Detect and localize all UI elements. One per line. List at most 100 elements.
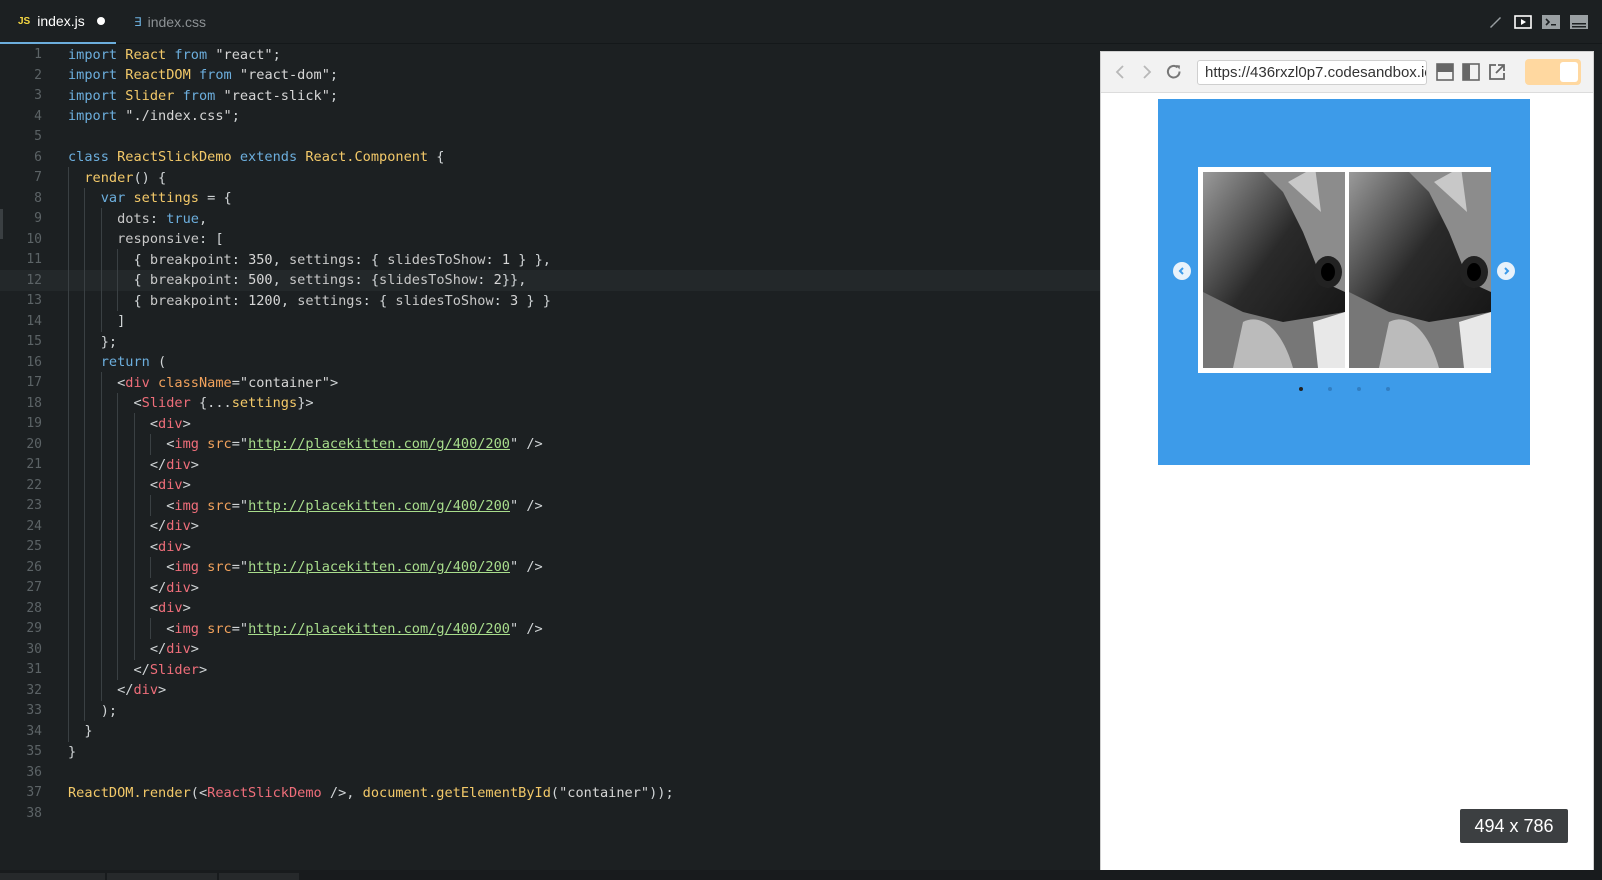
code-token: slidesToShow bbox=[387, 251, 486, 268]
code-token: < bbox=[68, 559, 175, 575]
code-token: document.getElementById bbox=[362, 784, 551, 801]
code-line[interactable]: 27 </div> bbox=[0, 577, 1100, 598]
code-token: import bbox=[68, 67, 126, 83]
code-line[interactable]: 15 }; bbox=[0, 331, 1100, 352]
code-token: return bbox=[100, 354, 150, 370]
code-line[interactable]: 31 </Slider> bbox=[0, 659, 1100, 680]
code-line[interactable]: 17 <div className="container"> bbox=[0, 372, 1100, 393]
code-token: div bbox=[166, 518, 191, 534]
back-icon[interactable] bbox=[1111, 62, 1129, 82]
unsaved-dot-icon[interactable] bbox=[96, 17, 105, 25]
code-line[interactable]: 20 <img src="http://placekitten.com/g/40… bbox=[0, 433, 1100, 455]
code-token: Slider bbox=[149, 661, 199, 678]
slider-dot[interactable] bbox=[1327, 387, 1332, 391]
code-line[interactable]: 19 <div> bbox=[0, 413, 1100, 434]
code-line[interactable]: 36 bbox=[0, 762, 1100, 783]
code-line[interactable]: 24 </div> bbox=[0, 515, 1100, 537]
code-line[interactable]: 13 { breakpoint: 1200, settings: { slide… bbox=[0, 290, 1100, 311]
code-token: ; bbox=[272, 46, 281, 63]
code-editor[interactable]: 1 import React from "react"; 2 import React… bbox=[0, 44, 1100, 870]
code-token: 2 bbox=[493, 272, 502, 288]
line-number: 10 bbox=[26, 231, 42, 247]
code-token: > bbox=[182, 600, 191, 616]
tab-index-css[interactable]: ∃ index.css bbox=[116, 0, 226, 44]
slider-dot[interactable] bbox=[1298, 387, 1303, 391]
code-line[interactable]: 12 { breakpoint: 500, settings: {slidesT… bbox=[0, 269, 1100, 291]
code-line[interactable]: 29 <img src="http://placekitten.com/g/40… bbox=[0, 618, 1100, 639]
code-token: ReactSlickDemo bbox=[207, 784, 322, 801]
code-text: <div className="container"> bbox=[68, 375, 338, 391]
code-line[interactable]: 38 bbox=[0, 803, 1100, 824]
prev-arrow-icon[interactable] bbox=[1173, 262, 1191, 280]
code-token: src bbox=[207, 559, 232, 575]
code-token: render bbox=[84, 169, 134, 186]
code-text: </div> bbox=[68, 682, 166, 698]
code-text: class ReactSlickDemo extends React.Compo… bbox=[68, 149, 445, 165]
line-number: 7 bbox=[34, 170, 42, 185]
tab-index-js[interactable]: JS index.js bbox=[0, 0, 116, 44]
brush-icon[interactable] bbox=[1486, 14, 1504, 30]
split-vertical-icon[interactable] bbox=[1462, 63, 1480, 81]
code-line[interactable]: 18 <Slider {...settings}> bbox=[0, 392, 1100, 414]
code-line[interactable]: 37 ReactDOM.render(<ReactSlickDemo />, do… bbox=[0, 782, 1100, 803]
code-line[interactable]: 26 <img src="http://placekitten.com/g/40… bbox=[0, 556, 1100, 578]
code-line[interactable]: 32 </div> bbox=[0, 679, 1100, 701]
refresh-icon[interactable] bbox=[1165, 62, 1183, 82]
code-token: }; bbox=[68, 333, 118, 350]
code-token: " /> bbox=[510, 436, 543, 452]
next-arrow-icon[interactable] bbox=[1497, 262, 1515, 280]
code-line[interactable]: 23 <img src="http://placekitten.com/g/40… bbox=[0, 495, 1100, 516]
forward-icon[interactable] bbox=[1138, 62, 1156, 82]
slider-dot[interactable] bbox=[1385, 387, 1390, 391]
code-line[interactable]: 9 dots: true, bbox=[0, 208, 1100, 229]
theme-toggle[interactable] bbox=[1525, 59, 1581, 85]
line-number: 37 bbox=[26, 785, 42, 800]
line-number: 27 bbox=[26, 580, 42, 595]
code-line[interactable]: 1 import React from "react"; bbox=[0, 44, 1100, 65]
code-line[interactable]: 3 import Slider from "react-slick"; bbox=[0, 85, 1100, 106]
split-horizontal-icon[interactable] bbox=[1436, 63, 1454, 81]
line-number: 15 bbox=[26, 334, 42, 349]
code-token: }}, bbox=[501, 272, 527, 288]
code-text: render() { bbox=[68, 170, 166, 186]
code-token: ] bbox=[68, 313, 126, 329]
code-token: dots bbox=[117, 210, 150, 227]
code-line[interactable]: 5 bbox=[0, 126, 1100, 147]
code-line[interactable]: 33 ); bbox=[0, 700, 1100, 721]
code-text: ] bbox=[68, 313, 125, 329]
code-line[interactable]: 30 </div> bbox=[0, 638, 1100, 660]
code-line[interactable]: 10 responsive: [ bbox=[0, 228, 1100, 250]
preview-icon[interactable] bbox=[1514, 14, 1532, 30]
code-token: ); bbox=[68, 702, 118, 719]
code-line[interactable]: 21 </div> bbox=[0, 454, 1100, 475]
open-external-icon[interactable] bbox=[1488, 63, 1506, 81]
code-line[interactable]: 7 render() { bbox=[0, 167, 1100, 188]
code-line[interactable]: 28 <div> bbox=[0, 597, 1100, 619]
code-line[interactable]: 14 ] bbox=[0, 310, 1100, 332]
code-token: > bbox=[190, 518, 199, 534]
code-line[interactable]: 16 return ( bbox=[0, 351, 1100, 373]
code-line[interactable]: 8 var settings = { bbox=[0, 187, 1100, 209]
code-token: </ bbox=[68, 682, 134, 698]
code-line[interactable]: 11 { breakpoint: 350, settings: { slides… bbox=[0, 249, 1100, 270]
code-token: ( bbox=[149, 354, 167, 370]
code-line[interactable]: 6 class ReactSlickDemo extends React.Comp… bbox=[0, 147, 1100, 168]
code-line[interactable]: 35} bbox=[0, 741, 1100, 762]
console-icon[interactable] bbox=[1570, 14, 1588, 30]
slider-dot[interactable] bbox=[1356, 387, 1361, 391]
code-token: {... bbox=[190, 395, 232, 411]
code-line[interactable]: 25 <div> bbox=[0, 536, 1100, 557]
code-line[interactable]: 4 import "./index.css"; bbox=[0, 106, 1100, 127]
terminal-icon[interactable] bbox=[1542, 14, 1560, 30]
code-token: : bbox=[231, 251, 249, 268]
code-line[interactable]: 34 } bbox=[0, 720, 1100, 742]
code-token: ( bbox=[550, 784, 560, 801]
code-token: />, bbox=[321, 784, 363, 801]
code-token: div bbox=[158, 477, 183, 493]
code-line[interactable]: 22 <div> bbox=[0, 474, 1100, 496]
code-token: 350 bbox=[248, 251, 273, 268]
code-line[interactable]: 2 import ReactDOM from "react-dom"; bbox=[0, 65, 1100, 86]
url-input[interactable]: https://436rxzl0p7.codesandbox.io/ bbox=[1197, 60, 1427, 85]
